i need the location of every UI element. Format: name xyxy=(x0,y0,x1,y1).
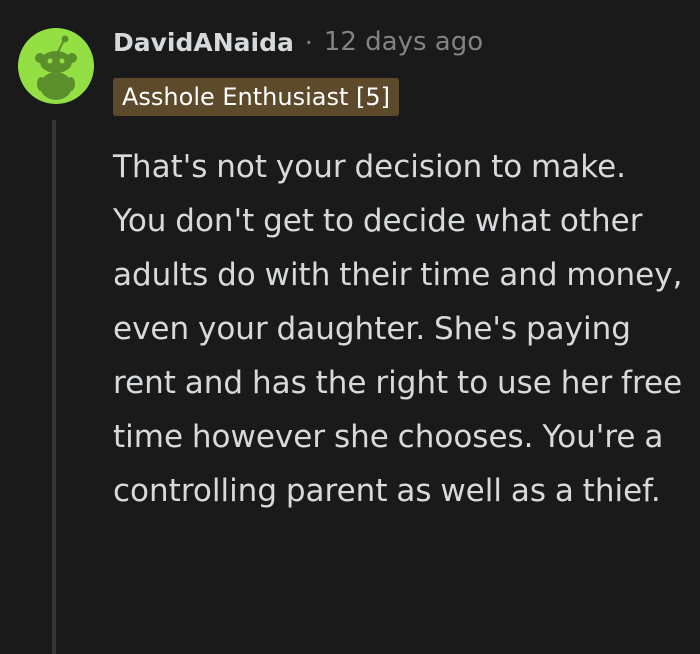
comment-body: That's not your decision to make. You do… xyxy=(113,149,683,509)
user-flair-label: Asshole Enthusiast [5] xyxy=(122,83,391,111)
user-flair-badge: Asshole Enthusiast [5] xyxy=(113,78,400,116)
comment-timestamp[interactable]: 12 days ago xyxy=(324,27,483,57)
comment: DavidANaida · 12 days ago Asshole Enthus… xyxy=(0,0,700,654)
thread-collapse-line[interactable] xyxy=(52,120,56,654)
snoo-avatar-icon[interactable] xyxy=(18,28,94,104)
meta-separator: · xyxy=(304,27,313,57)
snoo-avatar-graphic xyxy=(35,35,77,100)
comment-header: DavidANaida · 12 days ago xyxy=(113,24,483,60)
author-username[interactable]: DavidANaida xyxy=(113,28,294,57)
